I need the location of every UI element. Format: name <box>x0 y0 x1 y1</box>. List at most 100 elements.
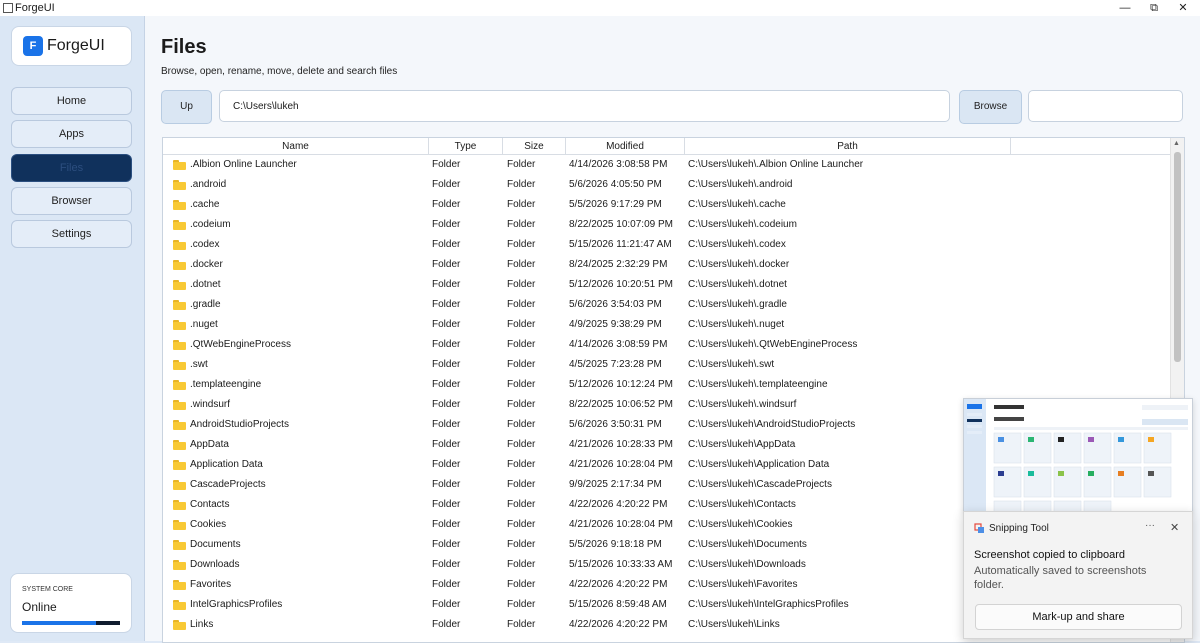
cell-type: Folder <box>432 499 461 510</box>
cell-size: Folder <box>507 279 536 290</box>
table-row[interactable]: .android Folder Folder 5/6/2026 4:05:50 PM C… <box>163 175 1170 195</box>
cell-modified: 5/15/2026 10:33:33 AM <box>569 559 673 570</box>
folder-icon <box>173 280 186 290</box>
cell-size: Folder <box>507 299 536 310</box>
cell-type: Folder <box>432 459 461 470</box>
cell-type: Folder <box>432 199 461 210</box>
cell-path: C:\Users\lukeh\Downloads <box>688 559 806 570</box>
more-options-icon[interactable]: ··· <box>1145 520 1155 531</box>
cell-path: C:\Users\lukeh\.QtWebEngineProcess <box>688 339 858 350</box>
cell-type: Folder <box>432 619 461 630</box>
minimize-button[interactable]: — <box>1112 1 1138 15</box>
table-row[interactable]: .gradle Folder Folder 5/6/2026 3:54:03 PM C:… <box>163 295 1170 315</box>
window-titlebar: ForgeUI — ⧉ ✕ <box>0 0 1200 16</box>
cell-type: Folder <box>432 579 461 590</box>
sidebar-item-home[interactable]: Home <box>11 87 132 115</box>
mark-up-and-share-button[interactable]: Mark-up and share <box>975 604 1182 630</box>
cell-modified: 4/22/2026 4:20:22 PM <box>569 619 668 630</box>
column-header-size[interactable]: Size <box>503 138 566 154</box>
cell-size: Folder <box>507 579 536 590</box>
cell-path: C:\Users\lukeh\Application Data <box>688 459 830 470</box>
cell-name: .android <box>190 179 227 190</box>
cell-type: Folder <box>432 259 461 270</box>
table-row[interactable]: .QtWebEngineProcess Folder Folder 4/14/2026… <box>163 335 1170 355</box>
cell-path: C:\Users\lukeh\.templateengine <box>688 379 828 390</box>
system-core-card: SYSTEM CORE Online <box>10 573 132 633</box>
cell-path: C:\Users\lukeh\.docker <box>688 259 790 270</box>
table-row[interactable]: .nuget Folder Folder 4/9/2025 9:38:29 PM C:\… <box>163 315 1170 335</box>
cell-modified: 5/15/2026 11:21:47 AM <box>569 239 672 250</box>
cell-modified: 5/5/2026 9:17:29 PM <box>569 199 662 210</box>
folder-icon <box>173 480 186 490</box>
cell-path: C:\Users\lukeh\.codeium <box>688 219 797 230</box>
cell-name: Links <box>190 619 214 630</box>
table-row[interactable]: .swt Folder Folder 4/5/2025 7:23:28 PM C:\Us… <box>163 355 1170 375</box>
cell-name: .docker <box>190 259 223 270</box>
cell-path: C:\Users\lukeh\.cache <box>688 199 786 210</box>
close-button[interactable]: ✕ <box>1170 1 1196 15</box>
cell-name: .Albion Online Launcher <box>190 159 297 170</box>
folder-icon <box>173 360 186 370</box>
cell-modified: 4/9/2025 9:38:29 PM <box>569 319 662 330</box>
cell-path: C:\Users\lukeh\AppData <box>688 439 796 450</box>
cell-size: Folder <box>507 239 536 250</box>
cell-modified: 5/6/2026 4:05:50 PM <box>569 179 662 190</box>
table-row[interactable]: .cache Folder Folder 5/5/2026 9:17:29 PM C:\… <box>163 195 1170 215</box>
table-row[interactable]: .dotnet Folder Folder 5/12/2026 10:20:51 PM… <box>163 275 1170 295</box>
table-row[interactable]: .docker Folder Folder 8/24/2025 2:32:29 PM C… <box>163 255 1170 275</box>
cell-name: AndroidStudioProjects <box>190 419 289 430</box>
cell-type: Folder <box>432 159 461 170</box>
sidebar-item-settings[interactable]: Settings <box>11 220 132 248</box>
table-row[interactable]: .codex Folder Folder 5/15/2026 11:21:47 AM C… <box>163 235 1170 255</box>
system-core-label: SYSTEM CORE <box>22 586 73 593</box>
notification-title: Screenshot copied to clipboard <box>974 549 1126 561</box>
browse-button[interactable]: Browse <box>959 90 1022 124</box>
column-header-modified[interactable]: Modified <box>566 138 685 154</box>
cell-size: Folder <box>507 219 536 230</box>
system-core-progress-fill <box>22 621 96 625</box>
cell-name: .gradle <box>190 299 221 310</box>
page-title: Files <box>161 36 207 58</box>
path-input[interactable]: C:\Users\lukeh <box>219 90 950 122</box>
sidebar: F ForgeUI Home Apps Files Browser Settings S… <box>0 16 145 641</box>
folder-icon <box>173 520 186 530</box>
logo-mark: F <box>23 36 43 56</box>
notification-close-icon[interactable]: ✕ <box>1170 521 1179 534</box>
cell-type: Folder <box>432 239 461 250</box>
cell-size: Folder <box>507 179 536 190</box>
sidebar-item-browser[interactable]: Browser <box>11 187 132 215</box>
table-row[interactable]: .codeium Folder Folder 8/22/2025 10:07:09 P… <box>163 215 1170 235</box>
cell-type: Folder <box>432 439 461 450</box>
folder-icon <box>173 620 186 630</box>
screenshot-preview-image <box>964 399 1188 512</box>
scroll-up-arrow-icon[interactable]: ▲ <box>1173 140 1180 147</box>
cell-size: Folder <box>507 399 536 410</box>
table-row[interactable]: .templateengine Folder Folder 5/12/2026 10:… <box>163 375 1170 395</box>
up-button[interactable]: Up <box>161 90 212 124</box>
column-header-type[interactable]: Type <box>429 138 503 154</box>
folder-icon <box>173 400 186 410</box>
folder-icon <box>173 160 186 170</box>
folder-icon <box>173 540 186 550</box>
cell-modified: 9/9/2025 2:17:34 PM <box>569 479 662 490</box>
cell-modified: 5/6/2026 3:50:31 PM <box>569 419 662 430</box>
cell-path: C:\Users\lukeh\.android <box>688 179 793 190</box>
cell-type: Folder <box>432 299 461 310</box>
scrollbar-thumb[interactable] <box>1174 152 1181 362</box>
sidebar-item-apps[interactable]: Apps <box>11 120 132 148</box>
cell-name: .templateengine <box>190 379 262 390</box>
column-header-path[interactable]: Path <box>685 138 1011 154</box>
sidebar-item-files[interactable]: Files <box>11 154 132 182</box>
search-input[interactable] <box>1028 90 1183 122</box>
cell-modified: 5/5/2026 9:18:18 PM <box>569 539 662 550</box>
table-row[interactable]: .Albion Online Launcher Folder Folder 4/14/… <box>163 155 1170 175</box>
cell-size: Folder <box>507 499 536 510</box>
screenshot-thumbnail[interactable] <box>963 398 1193 513</box>
page-subtitle: Browse, open, rename, move, delete and s… <box>161 66 398 77</box>
column-header-name[interactable]: Name <box>163 138 429 154</box>
folder-icon <box>173 460 186 470</box>
cell-size: Folder <box>507 559 536 570</box>
app-window-icon <box>3 3 13 13</box>
maximize-button[interactable]: ⧉ <box>1141 1 1167 15</box>
cell-size: Folder <box>507 339 536 350</box>
